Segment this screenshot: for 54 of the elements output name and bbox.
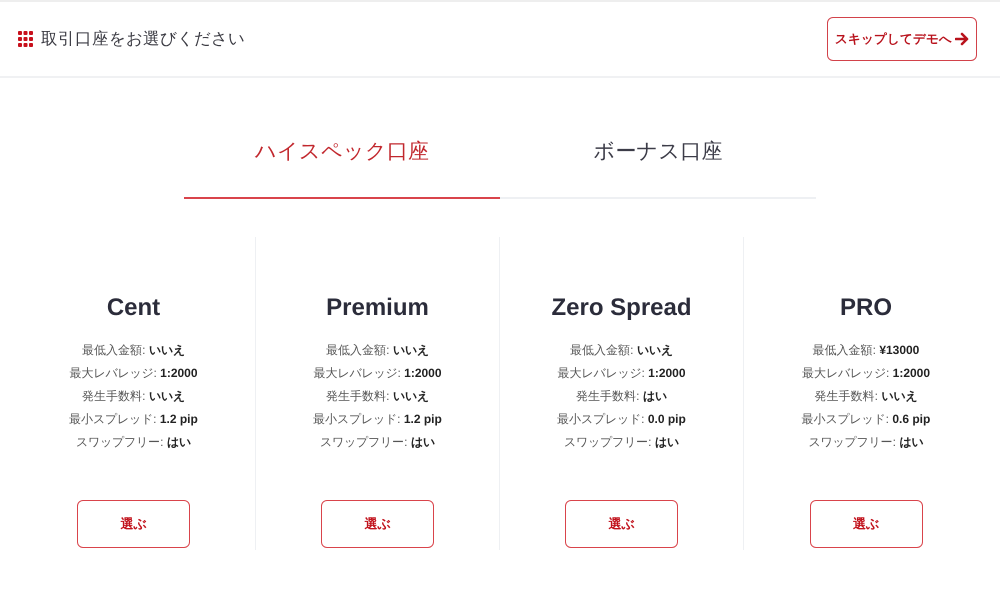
spec-label: 最小スプレッド:: [557, 412, 644, 426]
spec-label: 最低入金額:: [82, 343, 146, 357]
spec-label: 最小スプレッド:: [69, 412, 156, 426]
spec-label: 最大レバレッジ:: [802, 366, 890, 380]
spec-label: 最小スプレッド:: [802, 412, 889, 426]
spec-label: 最低入金額:: [326, 343, 390, 357]
account-name: PRO: [840, 293, 892, 323]
select-button[interactable]: 選ぶ: [321, 500, 434, 548]
tab[interactable]: ボーナス口座: [500, 126, 816, 199]
spec-label: 最低入金額:: [570, 343, 634, 357]
spec-label: スワップフリー:: [808, 435, 896, 449]
spec-value: 1:2000: [648, 366, 686, 380]
spec-label: 最小スプレッド:: [313, 412, 400, 426]
spec-label: 最大レバレッジ:: [557, 366, 645, 380]
spec-label: 発生手数料:: [82, 389, 146, 403]
spec-value: いいえ: [148, 343, 185, 357]
spec-label: 発生手数料:: [576, 389, 640, 403]
spec-label: スワップフリー:: [76, 435, 164, 449]
spec-value: 1.2 pip: [404, 412, 442, 426]
page-title: 取引口座をお選びください: [41, 28, 245, 50]
spec-value: はい: [642, 389, 667, 403]
spec-value: いいえ: [881, 389, 918, 403]
spec-value: 1:2000: [404, 366, 442, 380]
arrow-right-icon: [955, 32, 969, 46]
spec-value: いいえ: [392, 343, 429, 357]
spec-value: 1:2000: [160, 366, 198, 380]
spec-label: 発生手数料:: [814, 389, 878, 403]
spec-value: いいえ: [392, 389, 429, 403]
spec-value: ¥13000: [879, 343, 920, 357]
spec-value: 1.2 pip: [160, 412, 198, 426]
account-name: Premium: [326, 293, 429, 323]
grid-icon: [18, 31, 33, 47]
spec-label: 最大レバレッジ:: [69, 366, 157, 380]
spec-value: いいえ: [148, 389, 185, 403]
account-name: Cent: [106, 293, 160, 323]
select-button[interactable]: 選ぶ: [810, 500, 922, 548]
spec-value: はい: [410, 435, 435, 449]
tab[interactable]: ハイスペック口座: [184, 126, 500, 199]
spec-value: はい: [166, 435, 191, 449]
spec-value: いいえ: [636, 343, 673, 357]
spec-label: スワップフリー:: [320, 435, 408, 449]
spec-value: 1:2000: [892, 366, 930, 380]
spec-label: 最大レバレッジ:: [313, 366, 401, 380]
spec-value: はい: [654, 435, 679, 449]
account-name: Zero Spread: [551, 293, 692, 323]
spec-value: 0.0 pip: [648, 412, 686, 426]
spec-value: はい: [899, 435, 924, 449]
spec-value: 0.6 pip: [892, 412, 930, 426]
skip-to-demo-button[interactable]: スキップしてデモへ: [827, 17, 977, 61]
spec-label: 最低入金額:: [812, 343, 876, 357]
select-button[interactable]: 選ぶ: [77, 500, 190, 548]
select-button[interactable]: 選ぶ: [565, 500, 678, 548]
spec-label: 発生手数料:: [326, 389, 390, 403]
spec-label: スワップフリー:: [564, 435, 652, 449]
